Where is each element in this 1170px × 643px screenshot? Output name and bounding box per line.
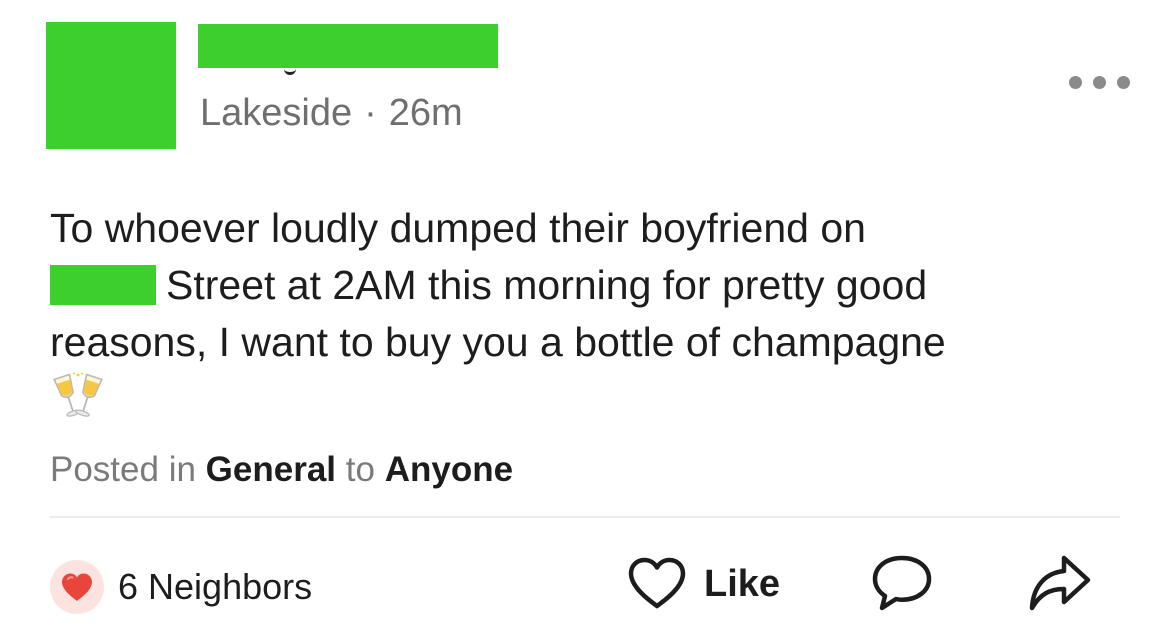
post-body-line: To whoever loudly dumped their boyfriend… <box>50 205 866 251</box>
location-label[interactable]: Lakeside <box>200 92 352 134</box>
author-name-fragment <box>284 66 296 75</box>
posted-in-line: Posted in General to Anyone <box>50 450 513 490</box>
post-meta: Lakeside · 26m <box>200 92 463 135</box>
category-link[interactable]: General <box>206 450 336 489</box>
author-name-redacted[interactable] <box>198 24 498 68</box>
more-dot <box>1117 76 1130 89</box>
reaction-badge <box>50 560 104 614</box>
audience-label: Anyone <box>384 450 514 489</box>
posted-in-joiner: to <box>345 450 375 489</box>
comment-icon <box>872 555 932 611</box>
reaction-count: 6 Neighbors <box>118 566 313 607</box>
like-label: Like <box>704 562 781 605</box>
reactions-summary[interactable]: 6 Neighbors <box>50 560 312 614</box>
posted-in-prefix: Posted in <box>50 450 196 489</box>
more-dot <box>1069 76 1082 89</box>
divider <box>50 516 1120 518</box>
heart-icon <box>62 573 92 601</box>
clinking-glasses-icon <box>53 372 103 417</box>
comment-button[interactable] <box>868 552 936 619</box>
post-body: To whoever loudly dumped their boyfriend… <box>50 200 1140 371</box>
share-button[interactable] <box>1026 552 1094 619</box>
meta-separator: · <box>364 92 377 134</box>
street-name-redacted <box>50 265 156 305</box>
timestamp: 26m <box>388 92 463 134</box>
author-avatar-redacted[interactable] <box>46 22 176 149</box>
more-dot <box>1093 76 1106 89</box>
like-button[interactable]: Like <box>626 556 780 612</box>
share-icon <box>1029 555 1091 611</box>
heart-outline-icon <box>628 557 686 609</box>
post-body-line: Street at 2AM this morning for pretty go… <box>50 257 1140 314</box>
post-body-line: reasons, I want to buy you a bottle of c… <box>50 319 946 365</box>
post-body-line-text: Street at 2AM this morning for pretty go… <box>166 262 928 308</box>
more-options-icon[interactable] <box>1069 76 1130 89</box>
